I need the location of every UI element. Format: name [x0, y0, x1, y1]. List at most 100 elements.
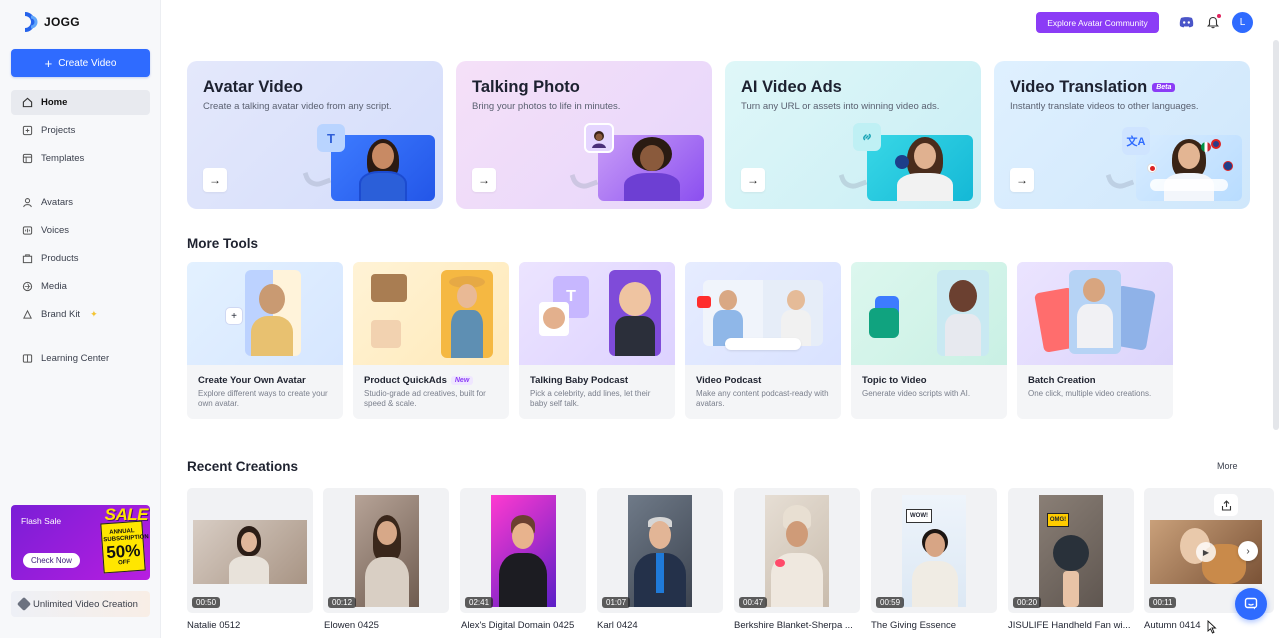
sidebar-item-brand-kit[interactable]: Brand Kit ✦ [11, 302, 150, 327]
tool-description: One click, multiple video creations. [1028, 389, 1152, 398]
tool-card-batch-creation[interactable]: Batch Creation One click, multiple video… [1017, 262, 1173, 419]
flash-sale-label: Flash Sale [21, 516, 62, 526]
swoosh-arrow-icon [302, 165, 332, 191]
beta-badge: Beta [1152, 83, 1176, 92]
video-thumbnail [491, 495, 556, 607]
arrow-right-icon[interactable]: → [203, 168, 227, 192]
recent-title: JISULIFE Handheld Fan wi... [1008, 620, 1131, 631]
sidebar: JOGG + Create Video Home Projects Templa… [0, 0, 161, 638]
learning-center-icon [22, 353, 33, 364]
tool-card-talking-baby-podcast[interactable]: T Talking Baby Podcast Pick a celebrity,… [519, 262, 675, 419]
jogg-logo-icon [22, 12, 40, 32]
recent-card[interactable]: 01:07 [597, 488, 723, 613]
recent-card[interactable]: 00:12 [323, 488, 449, 613]
tool-description: Studio-grade ad creatives, built for spe… [364, 389, 486, 408]
swoosh-arrow-icon [838, 167, 868, 193]
tool-name: Video Podcast [696, 375, 762, 386]
user-avatar[interactable]: L [1232, 12, 1253, 33]
video-thumbnail [628, 495, 692, 607]
sidebar-item-label: Brand Kit [41, 309, 81, 320]
sidebar-item-projects[interactable]: Projects [11, 118, 150, 143]
home-icon [22, 97, 33, 108]
badge-bottom-text: OFF [117, 559, 131, 566]
products-icon [22, 253, 33, 264]
japan-flag-icon [1147, 163, 1157, 173]
crown-icon: ✦ [90, 309, 98, 319]
feature-subtitle: Instantly translate videos to other lang… [1010, 101, 1199, 112]
page-scrollbar[interactable] [1273, 40, 1279, 430]
sidebar-item-label: Projects [41, 125, 76, 136]
notification-bell-icon[interactable] [1204, 13, 1222, 31]
ai-video-ads-preview [867, 135, 973, 201]
check-now-button[interactable]: Check Now [23, 553, 80, 568]
sidebar-item-products[interactable]: Products [11, 246, 150, 271]
notification-dot [1217, 14, 1221, 18]
more-tools-title: More Tools [187, 236, 259, 251]
sidebar-item-media[interactable]: Media [11, 274, 150, 299]
tool-description: Generate video scripts with AI. [862, 389, 971, 398]
logo[interactable]: JOGG [22, 12, 80, 32]
recent-card[interactable]: OMG! 00:20 [1008, 488, 1134, 613]
feature-subtitle: Turn any URL or assets into winning vide… [741, 101, 940, 112]
recent-creations-title: Recent Creations [187, 459, 299, 474]
explore-avatar-community-button[interactable]: Explore Avatar Community [1036, 12, 1159, 33]
sidebar-item-templates[interactable]: Templates [11, 146, 150, 171]
recent-card[interactable]: WOW! 00:59 [871, 488, 997, 613]
plus-icon: + [44, 55, 53, 71]
logo-text: JOGG [44, 15, 80, 29]
tool-name: Batch Creation [1028, 375, 1096, 386]
discord-icon[interactable] [1177, 13, 1195, 31]
arrow-right-icon[interactable]: → [472, 168, 496, 192]
recent-title: Natalie 0512 [187, 620, 241, 631]
mouse-cursor-icon [1207, 619, 1217, 634]
recent-card[interactable]: 00:50 [187, 488, 313, 613]
video-duration: 00:11 [1149, 597, 1177, 608]
feature-card-video-translation[interactable]: Video Translation Beta Instantly translat… [994, 61, 1250, 209]
tool-name: Topic to Video [862, 375, 927, 386]
play-icon[interactable]: ▶ [1196, 542, 1216, 562]
voice-icon [22, 225, 33, 236]
sidebar-item-label: Products [41, 253, 79, 264]
chat-support-icon[interactable] [1235, 588, 1267, 620]
text-chip-icon: T [317, 124, 345, 152]
italy-flag-icon [1201, 142, 1211, 152]
swoosh-arrow-icon [569, 167, 599, 193]
video-duration: 00:20 [1013, 597, 1042, 608]
gem-icon [16, 596, 32, 612]
video-duration: 01:07 [602, 597, 631, 608]
tool-card-create-your-own-avatar[interactable]: + Create Your Own Avatar Explore differe… [187, 262, 343, 419]
video-duration: 00:59 [876, 597, 905, 608]
batch-creation-preview [1017, 262, 1173, 365]
video-thumbnail [355, 495, 419, 607]
recent-card[interactable]: 02:41 [460, 488, 586, 613]
templates-icon [22, 153, 33, 164]
sidebar-item-home[interactable]: Home [11, 90, 150, 115]
new-badge: New [450, 376, 474, 385]
feature-card-avatar-video[interactable]: Avatar Video Create a talking avatar vid… [187, 61, 443, 209]
sidebar-item-avatars[interactable]: Avatars [11, 190, 150, 215]
sidebar-item-voices[interactable]: Voices [11, 218, 150, 243]
translate-icon: 文A [1122, 127, 1150, 155]
tool-card-product-quickads[interactable]: Product QuickAds New Studio-grade ad crea… [353, 262, 509, 419]
badge-percent: 50% [105, 540, 141, 562]
flash-sale-banner[interactable]: Flash Sale Check Now SALE ANNUAL SUBSCRI… [11, 505, 150, 580]
sidebar-item-learning-center[interactable]: Learning Center [11, 346, 150, 371]
chevron-right-icon[interactable]: › [1238, 541, 1258, 561]
arrow-right-icon[interactable]: → [741, 168, 765, 192]
arrow-right-icon[interactable]: → [1010, 168, 1034, 192]
unlimited-video-creation[interactable]: Unlimited Video Creation [11, 591, 150, 617]
tool-card-topic-to-video[interactable]: Topic to Video Generate video scripts wi… [851, 262, 1007, 419]
recent-card[interactable]: 00:47 [734, 488, 860, 613]
feature-title: Talking Photo [472, 78, 580, 96]
feature-card-talking-photo[interactable]: Talking Photo Bring your photos to life … [456, 61, 712, 209]
sidebar-item-label: Media [41, 281, 67, 292]
photo-thumbnail-icon [584, 123, 614, 153]
more-link[interactable]: More [1217, 461, 1238, 471]
share-icon[interactable] [1214, 494, 1238, 516]
feature-card-ai-video-ads[interactable]: AI Video Ads Turn any URL or assets into… [725, 61, 981, 209]
swoosh-arrow-icon [1105, 167, 1135, 193]
video-duration: 00:12 [328, 597, 357, 608]
tool-card-video-podcast[interactable]: Video Podcast Make any content podcast-r… [685, 262, 841, 419]
sidebar-item-label: Templates [41, 153, 85, 164]
create-video-button[interactable]: + Create Video [11, 49, 150, 77]
